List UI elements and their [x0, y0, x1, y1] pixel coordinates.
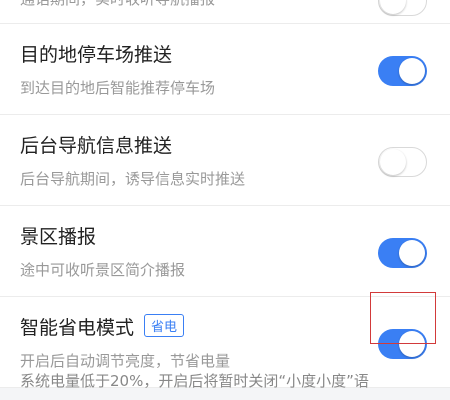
toggle-knob [380, 0, 406, 14]
power-saving-toggle[interactable] [378, 329, 427, 359]
setting-subtitle: 通话期间，实时收听导航播报 [20, 0, 215, 9]
setting-title-wrap: 智能省电模式 省电 [20, 313, 185, 340]
background-nav-push-toggle[interactable] [378, 147, 427, 177]
setting-row-call-broadcast[interactable]: 通话期间，实时收听导航播报 [0, 0, 450, 24]
setting-title: 智能省电模式 [20, 317, 135, 339]
setting-row-scenic-broadcast[interactable]: 景区播报 途中可收听景区简介播报 [0, 206, 450, 297]
setting-row-background-nav-push[interactable]: 后台导航信息推送 后台导航期间，诱导信息实时推送 [0, 115, 450, 206]
call-broadcast-toggle[interactable] [378, 0, 427, 16]
toggle-knob [399, 58, 425, 84]
setting-row-parking-push[interactable]: 目的地停车场推送 到达目的地后智能推荐停车场 [0, 24, 450, 115]
toggle-knob [399, 240, 425, 266]
power-saving-badge: 省电 [144, 314, 185, 337]
parking-push-toggle[interactable] [378, 56, 427, 86]
scenic-broadcast-toggle[interactable] [378, 238, 427, 268]
setting-title: 目的地停车场推送 [20, 44, 173, 66]
setting-subtitle: 开启后自动调节亮度，节省电量 [20, 352, 231, 370]
settings-list: 通话期间，实时收听导航播报 目的地停车场推送 到达目的地后智能推荐停车场 后台导… [0, 0, 450, 388]
footer-note: 系统电量低于20%，开启后将暂时关闭“小度小度”语 [20, 372, 369, 390]
setting-title: 后台导航信息推送 [20, 135, 173, 157]
setting-subtitle: 到达目的地后智能推荐停车场 [20, 79, 216, 97]
toggle-knob [380, 149, 406, 175]
setting-subtitle: 后台导航期间，诱导信息实时推送 [20, 170, 246, 188]
toggle-knob [399, 331, 425, 357]
setting-subtitle: 途中可收听景区简介播报 [20, 261, 186, 279]
setting-title: 景区播报 [20, 226, 97, 248]
